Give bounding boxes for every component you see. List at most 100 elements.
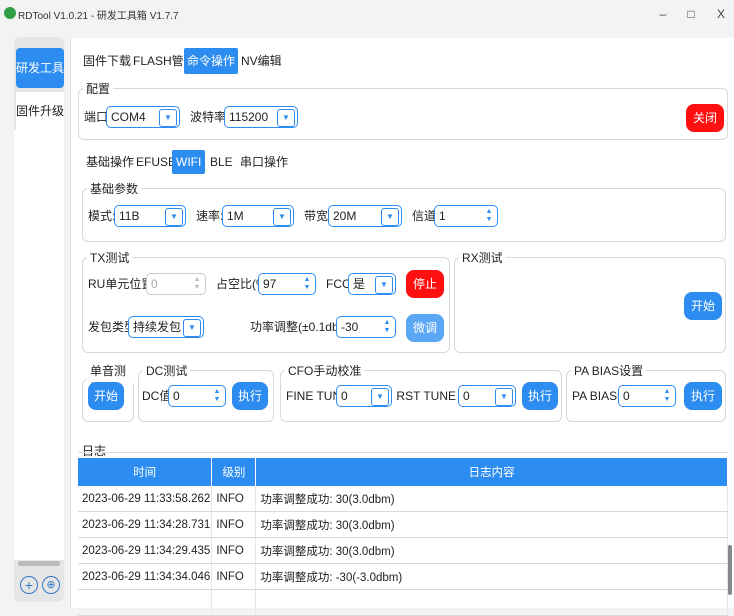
log-level: INFO <box>211 563 257 590</box>
cfo-legend: CFO手动校准 <box>288 364 362 378</box>
fine-tune-select[interactable]: 0 ▼ <box>336 385 392 407</box>
mode-value: 11B <box>119 209 140 223</box>
packet-type-select[interactable]: 持续发包 ▼ <box>128 316 204 338</box>
tab-firmware-download[interactable]: 固件下载 <box>80 48 134 74</box>
fcc-select[interactable]: 是 ▼ <box>348 273 396 295</box>
chevron-down-icon: ▼ <box>381 208 399 226</box>
log-header-level[interactable]: 级别 <box>211 458 257 486</box>
close-port-button[interactable]: 关闭 <box>686 104 724 132</box>
log-time: 2023-06-29 11:34:29.435 <box>78 537 213 564</box>
coarse-tune-value: 0 <box>463 389 470 403</box>
pa-bias-legend: PA BIAS设置 <box>574 364 644 378</box>
channel-spinbox[interactable]: 1 ▲ ▼ <box>434 205 498 227</box>
spinner-arrows-icon[interactable]: ▲ ▼ <box>662 388 672 404</box>
spinner-arrows-icon[interactable]: ▲ ▼ <box>212 388 222 404</box>
ru-position-spinbox: 0 ▲ ▼ <box>146 273 206 295</box>
config-legend: 配置 <box>86 82 111 96</box>
tab-nv-edit[interactable]: NV编辑 <box>238 48 285 74</box>
subtab-wifi[interactable]: WIFI <box>172 150 206 174</box>
sidebar-panel <box>14 130 64 560</box>
rate-label: 速率: <box>196 209 224 223</box>
tab-command-operation[interactable]: 命令操作 <box>184 48 239 74</box>
log-time: 2023-06-29 11:33:58.262 <box>78 486 213 512</box>
sidebar-item-firmware-upgrade[interactable]: 固件升级 <box>16 92 64 130</box>
coarse-tune-select[interactable]: 0 ▼ <box>458 385 516 407</box>
power-adjust-spinbox[interactable]: -30 ▲ ▼ <box>336 316 396 338</box>
mode-label: 模式: <box>88 209 116 223</box>
app-icon <box>4 7 16 19</box>
table-row[interactable]: 2023-06-29 11:34:29.435 INFO 功率调整成功: 30(… <box>78 537 728 564</box>
log-content: 功率调整成功: 30(3.0dbm) <box>255 511 728 538</box>
port-value: COM4 <box>111 110 146 124</box>
rate-value: 1M <box>227 209 244 223</box>
stop-tx-button[interactable]: 停止 <box>406 270 444 298</box>
rx-start-button[interactable]: 开始 <box>684 292 722 320</box>
log-divider <box>78 452 728 453</box>
cfo-execute-button[interactable]: 执行 <box>522 382 558 410</box>
bandwidth-value: 20M <box>333 209 357 223</box>
fine-tune-button[interactable]: 微调 <box>406 314 444 342</box>
log-content: 功率调整成功: -30(-3.0dbm) <box>255 563 728 590</box>
log-level: INFO <box>211 511 257 538</box>
chevron-down-icon: ▼ <box>277 109 295 127</box>
log-table: 时间 级别 日志内容 2023-06-29 11:33:58.262 INFO … <box>78 458 728 616</box>
globe-icon[interactable]: ⊕ <box>42 576 60 594</box>
minimize-button[interactable]: – <box>652 4 674 24</box>
log-level: INFO <box>211 537 257 564</box>
table-row[interactable] <box>78 589 728 616</box>
dc-value-spinbox[interactable]: 0 ▲ ▼ <box>168 385 226 407</box>
maximize-button[interactable]: □ <box>680 4 702 24</box>
pa-bias-value: 0 <box>623 389 630 403</box>
coarse-tune-label: COARST TUNE: <box>396 389 456 403</box>
sidebar-item-rd-tools[interactable]: 研发工具 <box>16 48 64 88</box>
dc-execute-button[interactable]: 执行 <box>232 382 268 410</box>
log-header-content[interactable]: 日志内容 <box>255 458 728 486</box>
log-time: 2023-06-29 11:34:28.731 <box>78 511 213 538</box>
fcc-value: 是 <box>353 277 366 291</box>
log-level <box>211 589 257 616</box>
spinner-arrows-icon[interactable]: ▲ ▼ <box>302 276 312 292</box>
pa-bias-spinbox[interactable]: 0 ▲ ▼ <box>618 385 676 407</box>
plus-icon[interactable]: + <box>20 576 38 594</box>
duty-cycle-value: 97 <box>263 277 277 291</box>
mode-select[interactable]: 11B ▼ <box>114 205 186 227</box>
table-row[interactable]: 2023-06-29 11:34:28.731 INFO 功率调整成功: 30(… <box>78 511 728 538</box>
single-tone-start-button[interactable]: 开始 <box>88 382 124 410</box>
log-content: 功率调整成功: 30(3.0dbm) <box>255 486 728 512</box>
chevron-down-icon: ▼ <box>159 109 177 127</box>
close-window-button[interactable]: X <box>710 4 732 24</box>
subtab-ble[interactable]: BLE <box>206 150 237 174</box>
log-time: 2023-06-29 11:34:34.046 <box>78 563 213 590</box>
chevron-down-icon: ▼ <box>183 319 201 337</box>
tx-test-legend: TX测试 <box>90 251 130 265</box>
chevron-down-icon: ▼ <box>495 388 513 406</box>
spinner-arrows-icon[interactable]: ▲ ▼ <box>484 208 494 224</box>
rate-select[interactable]: 1M ▼ <box>222 205 294 227</box>
spinner-arrows-icon[interactable]: ▲ ▼ <box>382 319 392 335</box>
chevron-down-icon: ▼ <box>371 388 389 406</box>
table-row[interactable]: 2023-06-29 11:33:58.262 INFO 功率调整成功: 30(… <box>78 486 728 512</box>
log-content: 功率调整成功: 30(3.0dbm) <box>255 537 728 564</box>
spinner-arrows-icon: ▲ ▼ <box>193 276 201 291</box>
dc-value: 0 <box>173 389 180 403</box>
log-header-time[interactable]: 时间 <box>78 458 213 486</box>
chevron-down-icon: ▼ <box>273 208 291 226</box>
subtab-basic[interactable]: 基础操作 <box>82 150 138 174</box>
chevron-down-icon: ▼ <box>375 276 393 294</box>
log-scrollbar[interactable] <box>728 545 732 595</box>
ru-position-value: 0 <box>151 277 158 291</box>
bandwidth-select[interactable]: 20M ▼ <box>328 205 402 227</box>
window-title: RDTool V1.0.21 - 研发工具箱 V1.7.7 <box>18 11 179 22</box>
duty-cycle-spinbox[interactable]: 97 ▲ ▼ <box>258 273 316 295</box>
port-select[interactable]: COM4 ▼ <box>106 106 180 128</box>
pa-bias-execute-button[interactable]: 执行 <box>684 382 722 410</box>
power-adjust-value: -30 <box>341 320 359 334</box>
subtab-serial[interactable]: 串口操作 <box>236 150 292 174</box>
table-row[interactable]: 2023-06-29 11:34:34.046 INFO 功率调整成功: -30… <box>78 563 728 590</box>
baud-select[interactable]: 115200 ▼ <box>224 106 298 128</box>
sidebar-scroll-handle[interactable] <box>18 561 60 566</box>
fine-tune-value: 0 <box>341 389 348 403</box>
baud-value: 115200 <box>229 110 269 124</box>
title-bar: RDTool V1.0.21 - 研发工具箱 V1.7.7 – □ X <box>0 0 734 30</box>
packet-type-value: 持续发包 <box>133 320 182 334</box>
